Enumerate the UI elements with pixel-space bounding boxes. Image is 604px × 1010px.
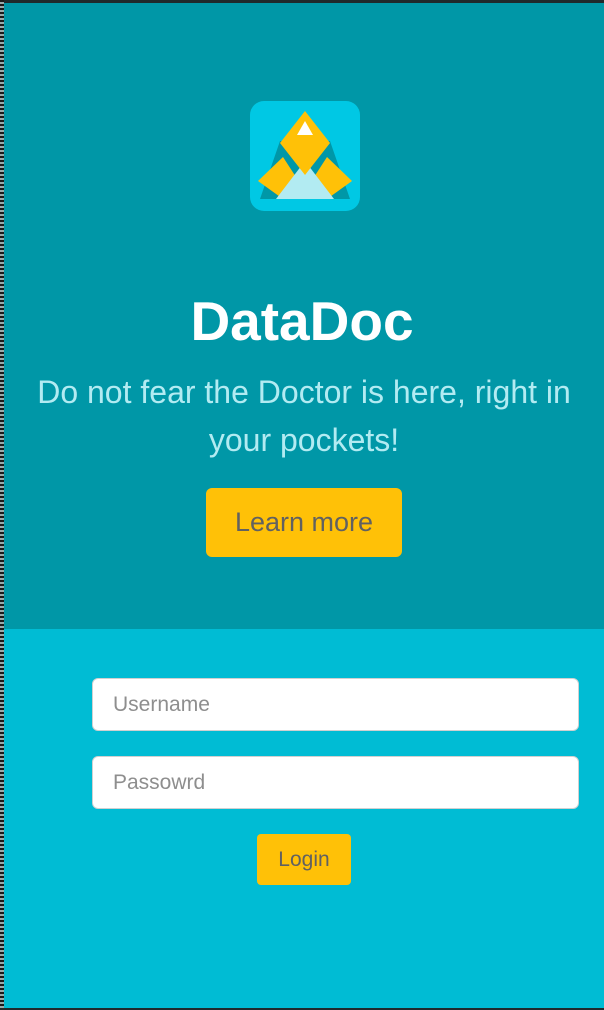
window-top-border (0, 0, 604, 3)
password-input[interactable] (92, 756, 579, 809)
window-left-border (0, 0, 4, 1010)
username-input[interactable] (92, 678, 579, 731)
app-title: DataDoc (190, 290, 414, 352)
datadoc-logo-graphic (258, 111, 352, 199)
learn-more-button[interactable]: Learn more (206, 488, 402, 557)
login-button[interactable]: Login (257, 834, 351, 885)
hero-section: DataDoc Do not fear the Doctor is here, … (0, 0, 604, 629)
login-section: Login (0, 629, 604, 1010)
app-tagline: Do not fear the Doctor is here, right in… (37, 374, 571, 458)
datadoc-logo-icon (250, 101, 360, 211)
